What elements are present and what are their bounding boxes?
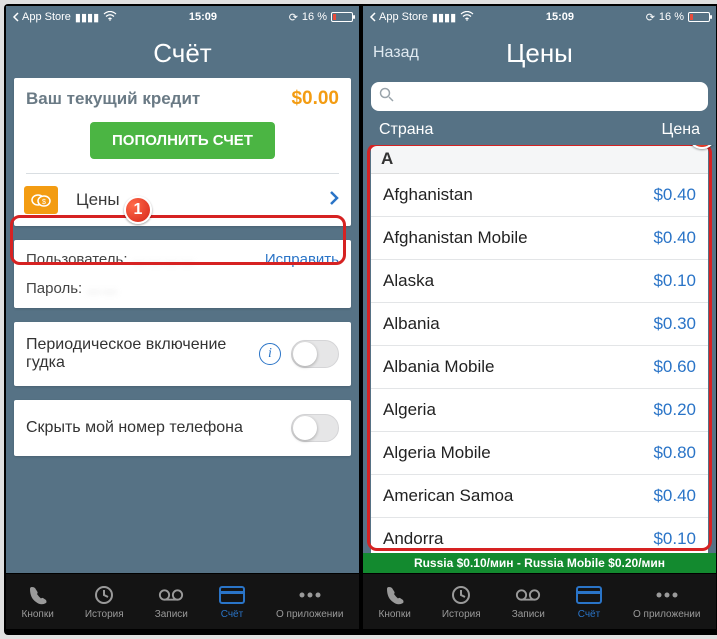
user-value: ………… [132, 251, 196, 268]
signal-icon: ▮▮▮▮ [432, 11, 456, 24]
battery-pct: 16 % [659, 11, 684, 23]
section-header: A [371, 145, 708, 174]
status-bar: App Store ▮▮▮▮ 15:09 ⟳ 16 % [363, 6, 716, 28]
clock-icon [448, 584, 474, 606]
list-item[interactable]: Albania Mobile$0.60 [371, 346, 708, 389]
tab-history[interactable]: История [85, 584, 124, 620]
page-title: Счёт [153, 38, 211, 69]
list-item[interactable]: Algeria Mobile$0.80 [371, 432, 708, 475]
list-item[interactable]: Algeria$0.20 [371, 389, 708, 432]
password-value: …… [86, 280, 118, 297]
hide-number-row: Скрыть мой номер телефона [14, 400, 351, 456]
back-button[interactable]: Назад [373, 44, 419, 62]
back-to-appstore[interactable]: App Store [369, 11, 428, 23]
orientation-lock-icon: ⟳ [646, 11, 655, 24]
search-field[interactable] [371, 82, 708, 111]
tab-about[interactable]: О приложении [633, 584, 700, 620]
coins-icon: $ [24, 186, 58, 214]
tab-recordings[interactable]: Записи [155, 584, 188, 620]
wifi-icon [460, 11, 474, 24]
tab-keypad[interactable]: Кнопки [379, 584, 411, 620]
navbar: Счёт [6, 28, 359, 78]
phone-icon [25, 584, 51, 606]
topup-button[interactable]: ПОПОЛНИТЬ СЧЕТ [90, 122, 275, 159]
credit-label: Ваш текущий кредит [26, 89, 200, 109]
rates-ticker: Russia $0.10/мин - Russia Mobile $0.20/м… [363, 553, 716, 573]
list-item[interactable]: Andorra$0.10 [371, 518, 708, 553]
page-title: Цены [506, 38, 573, 69]
search-icon [379, 87, 394, 106]
chevron-left-icon [12, 12, 20, 22]
info-icon[interactable]: i [259, 343, 281, 365]
list-item[interactable]: Afghanistan$0.40 [371, 174, 708, 217]
hide-number-toggle[interactable] [291, 414, 339, 442]
wifi-icon [103, 11, 117, 24]
hide-number-label: Скрыть мой номер телефона [26, 419, 281, 437]
tab-keypad[interactable]: Кнопки [22, 584, 54, 620]
back-to-appstore[interactable]: App Store [12, 11, 71, 23]
user-label: Пользователь: [26, 251, 128, 268]
tab-account[interactable]: Счёт [219, 584, 245, 620]
tab-account[interactable]: Счёт [576, 584, 602, 620]
phone-icon [382, 584, 408, 606]
edit-button[interactable]: Исправить [265, 251, 339, 268]
battery-pct: 16 % [302, 11, 327, 23]
navbar: Назад Цены [363, 28, 716, 78]
list-item[interactable]: Alaska$0.10 [371, 260, 708, 303]
th-country: Страна [379, 121, 433, 139]
more-icon [297, 584, 323, 606]
voicemail-icon [515, 584, 541, 606]
password-label: Пароль: [26, 280, 82, 297]
table-header: Страна Цена [363, 117, 716, 145]
clock: 15:09 [546, 11, 574, 23]
list-item[interactable]: American Samoa$0.40 [371, 475, 708, 518]
search-input[interactable] [400, 88, 700, 106]
battery-icon [688, 12, 710, 22]
card-icon [576, 584, 602, 606]
th-price: Цена [662, 121, 700, 139]
tab-history[interactable]: История [442, 584, 481, 620]
user-card: Пользователь: ………… Исправить Пароль: …… [14, 240, 351, 308]
list-item[interactable]: Albania$0.30 [371, 303, 708, 346]
tab-about[interactable]: О приложении [276, 584, 343, 620]
ringback-row: Периодическое включение гудка i [14, 322, 351, 386]
orientation-lock-icon: ⟳ [289, 11, 298, 24]
tab-bar: Кнопки История Записи Счёт О приложении [363, 573, 716, 629]
ringback-toggle[interactable] [291, 340, 339, 368]
svg-text:$: $ [42, 199, 46, 206]
list-item[interactable]: Afghanistan Mobile$0.40 [371, 217, 708, 260]
card-icon [219, 584, 245, 606]
battery-icon [331, 12, 353, 22]
prices-label: Цены [76, 190, 329, 210]
credit-card: Ваш текущий кредит $0.00 ПОПОЛНИТЬ СЧЕТ … [14, 78, 351, 226]
chevron-right-icon [329, 189, 339, 212]
credit-amount: $0.00 [291, 88, 339, 110]
more-icon [654, 584, 680, 606]
ringback-label: Периодическое включение гудка [26, 336, 249, 372]
chevron-left-icon [369, 12, 377, 22]
status-bar: App Store ▮▮▮▮ 15:09 ⟳ 16 % [6, 6, 359, 28]
prices-row[interactable]: $ Цены [26, 173, 339, 226]
voicemail-icon [158, 584, 184, 606]
tab-recordings[interactable]: Записи [512, 584, 545, 620]
tab-bar: Кнопки История Записи Счёт О приложении [6, 573, 359, 629]
clock: 15:09 [189, 11, 217, 23]
price-list[interactable]: A Afghanistan$0.40 Afghanistan Mobile$0.… [371, 145, 708, 553]
signal-icon: ▮▮▮▮ [75, 11, 99, 24]
callout-badge-1: 1 [124, 196, 152, 224]
clock-icon [91, 584, 117, 606]
